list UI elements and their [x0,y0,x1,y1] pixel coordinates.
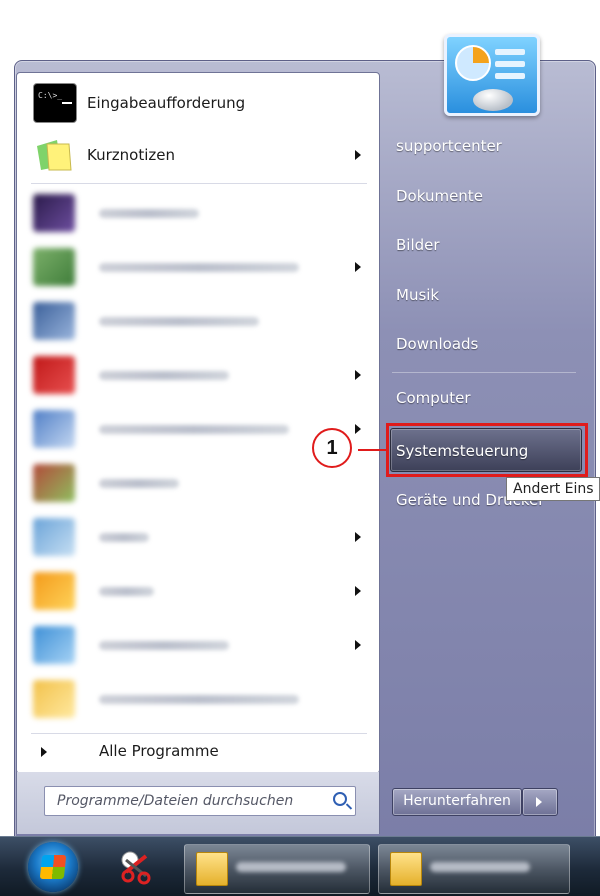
blurred-app-icon [33,410,75,448]
submenu-arrow-icon[interactable] [355,150,361,160]
blurred-app-icon [33,356,75,394]
tooltip: Andert Eins [506,477,600,501]
program-item-label: Eingabeaufforderung [87,94,246,112]
list-line-icon [495,49,525,55]
submenu-arrow-icon[interactable] [355,370,361,380]
annotation-callout: 1 [312,428,352,468]
program-item-blurred[interactable] [17,295,379,347]
blurred-window-title [430,862,530,872]
submenu-arrow-icon[interactable] [355,262,361,272]
search-icon[interactable] [333,792,347,806]
submenu-arrow-icon[interactable] [355,532,361,542]
all-programs-label: Alle Programme [99,742,219,760]
program-item-blurred[interactable] [17,349,379,401]
program-item-command-prompt[interactable]: C:\>_ Eingabeaufforderung [17,77,379,129]
blurred-label [99,695,299,704]
blurred-app-icon [33,518,75,556]
blurred-label [99,641,229,650]
right-item-music[interactable]: Musik [396,286,439,304]
search-input[interactable] [55,790,319,812]
submenu-arrow-icon[interactable] [355,586,361,596]
list-line-icon [495,73,525,79]
program-item-blurred[interactable] [17,619,379,671]
pane-separator [31,183,367,184]
all-programs-button[interactable]: Alle Programme [17,737,379,767]
start-button[interactable] [28,842,78,892]
sticky-notes-icon [33,136,75,174]
program-item-blurred[interactable] [17,241,379,293]
blurred-label [99,209,199,218]
folder-icon [390,852,422,886]
blurred-app-icon [33,572,75,610]
blurred-label [99,317,259,326]
right-item-documents[interactable]: Dokumente [396,187,483,205]
right-item-downloads[interactable]: Downloads [396,335,478,353]
submenu-arrow-icon[interactable] [355,640,361,650]
right-item-computer[interactable]: Computer [396,389,471,407]
windows-logo-icon [39,855,67,879]
blurred-label [99,425,289,434]
arrow-right-icon [41,747,47,757]
disc-base-icon [473,89,513,111]
annotation-highlight-box [386,423,588,477]
shutdown-options-button[interactable] [522,788,558,816]
blurred-label [99,263,299,272]
program-item-label: Kurznotizen [87,146,175,164]
blurred-app-icon [33,464,75,502]
blurred-app-icon [33,626,75,664]
list-line-icon [495,61,525,67]
program-item-blurred[interactable] [17,565,379,617]
blurred-label [99,371,229,380]
right-pane-separator [392,372,576,373]
svg-text:C:\>_: C:\>_ [38,91,62,100]
program-item-blurred[interactable] [17,673,379,725]
folder-icon [196,852,228,886]
blurred-app-icon [33,680,75,718]
blurred-label [99,479,179,488]
programs-pane: C:\>_ Eingabeaufforderung Kurznotizen Al… [16,72,380,774]
user-picture-tile[interactable] [444,34,540,116]
shutdown-button[interactable]: Herunterfahren [392,788,522,816]
blurred-app-icon [33,302,75,340]
snipping-tool-icon[interactable] [116,846,156,886]
annotation-connector [358,449,388,451]
program-item-blurred[interactable] [17,511,379,563]
program-item-blurred[interactable] [17,187,379,239]
pie-chart-icon [455,45,491,81]
right-item-supportcenter[interactable]: supportcenter [396,137,502,155]
command-prompt-icon: C:\>_ [33,83,77,123]
submenu-arrow-icon[interactable] [355,424,361,434]
blurred-label [99,533,149,542]
program-item-sticky-notes[interactable]: Kurznotizen [17,129,379,181]
pane-separator [31,733,367,734]
right-item-pictures[interactable]: Bilder [396,236,440,254]
blurred-app-icon [33,194,75,232]
blurred-app-icon [33,248,75,286]
blurred-window-title [236,862,346,872]
blurred-label [99,587,154,596]
search-box[interactable] [44,786,356,816]
